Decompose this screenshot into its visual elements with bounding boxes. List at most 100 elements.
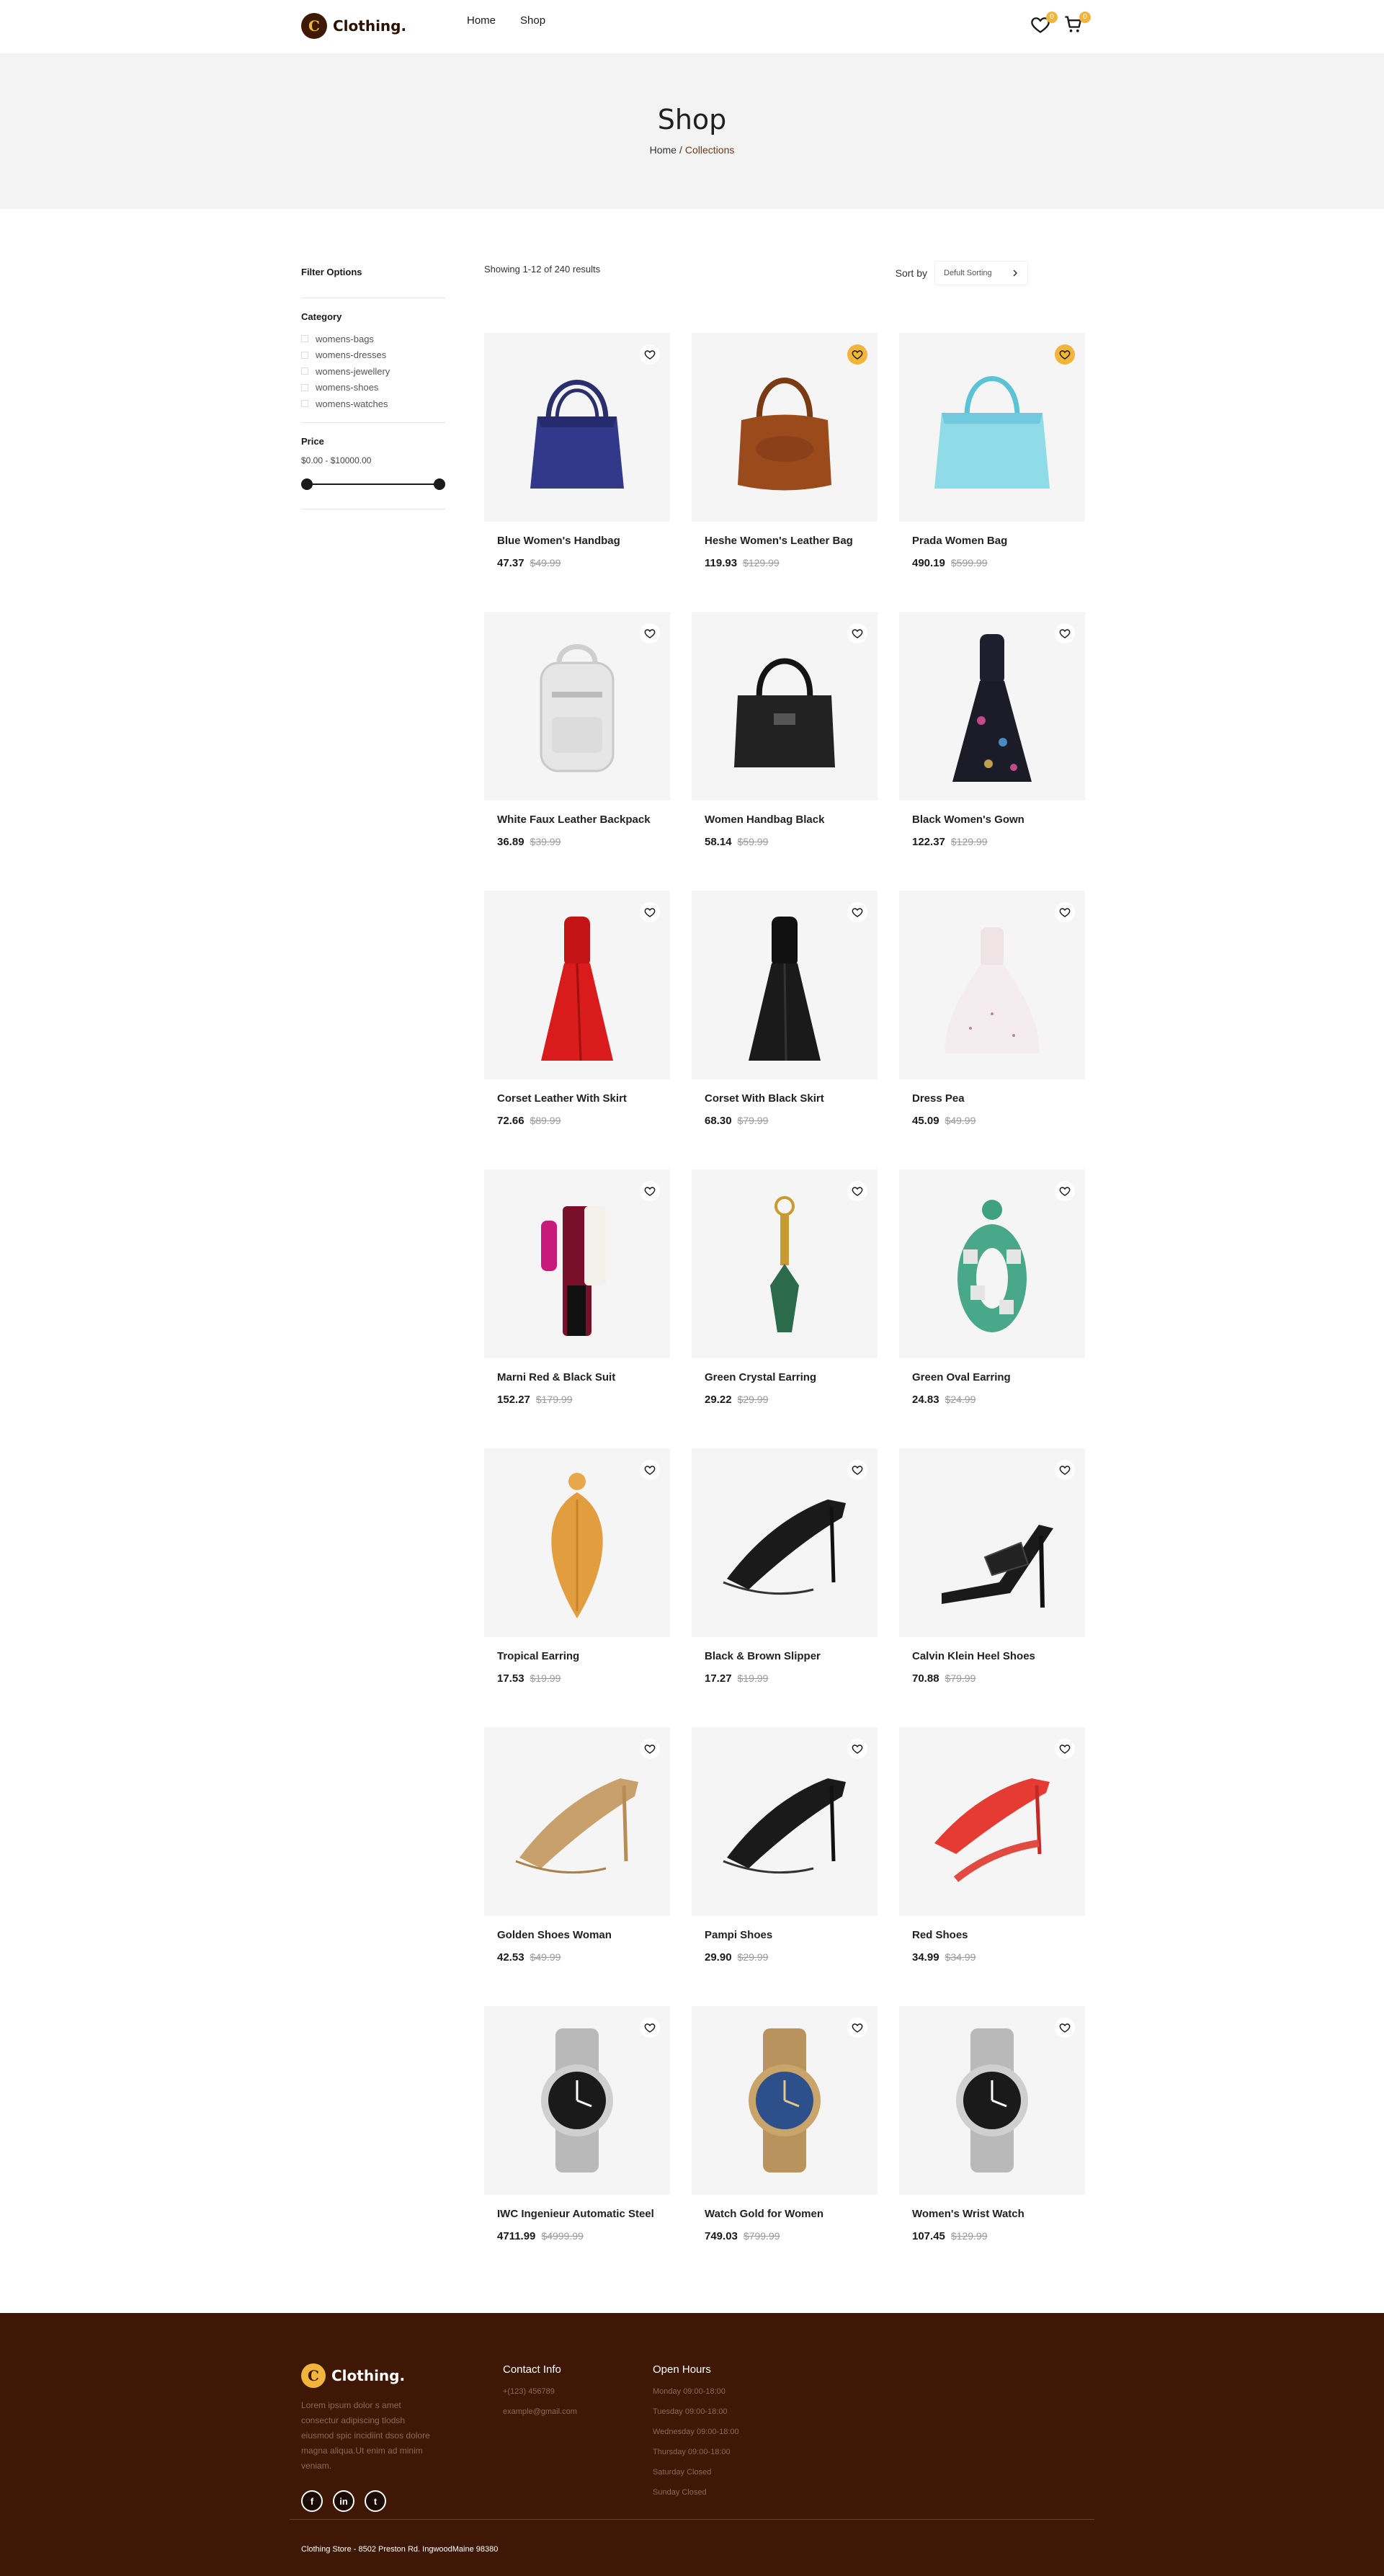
product-name[interactable]: Golden Shoes Woman [497, 1929, 670, 1941]
product-card[interactable]: IWC Ingenieur Automatic Steel 4711.99 $4… [484, 2006, 670, 2285]
wishlist-toggle[interactable] [847, 623, 867, 643]
category-item[interactable]: womens-dresses [301, 347, 445, 364]
product-card[interactable]: Prada Women Bag 490.19 $599.99 [899, 333, 1085, 612]
product-name[interactable]: Pampi Shoes [705, 1929, 878, 1941]
product-name[interactable]: Green Oval Earring [912, 1371, 1085, 1383]
product-name[interactable]: White Faux Leather Backpack [497, 814, 670, 826]
product-card[interactable]: Watch Gold for Women 749.03 $799.99 [692, 2006, 878, 2285]
product-card[interactable]: Black & Brown Slipper 17.27 $19.99 [692, 1448, 878, 1727]
wishlist-toggle[interactable] [847, 1181, 867, 1201]
product-image[interactable] [484, 1727, 670, 1916]
wishlist-toggle[interactable] [640, 902, 660, 922]
product-card[interactable]: Golden Shoes Woman 42.53 $49.99 [484, 1727, 670, 2006]
site-logo[interactable]: C Clothing. [301, 13, 406, 39]
category-checkbox[interactable] [301, 383, 308, 391]
product-image[interactable] [484, 1169, 670, 1358]
contact-phone[interactable]: +(123) 456789 [503, 2387, 577, 2407]
product-card[interactable]: Red Shoes 34.99 $34.99 [899, 1727, 1085, 2006]
product-image[interactable] [899, 1727, 1085, 1916]
product-image[interactable] [692, 333, 878, 522]
product-name[interactable]: Marni Red & Black Suit [497, 1371, 670, 1383]
product-name[interactable]: Corset Leather With Skirt [497, 1092, 670, 1105]
product-name[interactable]: Green Crystal Earring [705, 1371, 878, 1383]
product-name[interactable]: Tropical Earring [497, 1650, 670, 1662]
sort-select[interactable]: Defult Sorting [934, 261, 1028, 285]
wishlist-button[interactable]: 0 [1030, 12, 1058, 36]
product-image[interactable] [899, 333, 1085, 522]
product-card[interactable]: Black Women's Gown 122.37 $129.99 [899, 612, 1085, 891]
category-item[interactable]: womens-jewellery [301, 363, 445, 380]
product-image[interactable] [899, 891, 1085, 1079]
product-image[interactable] [692, 1727, 878, 1916]
product-name[interactable]: Corset With Black Skirt [705, 1092, 878, 1105]
category-checkbox[interactable] [301, 367, 308, 375]
product-card[interactable]: Calvin Klein Heel Shoes 70.88 $79.99 [899, 1448, 1085, 1727]
product-name[interactable]: Blue Women's Handbag [497, 535, 670, 547]
product-name[interactable]: Dress Pea [912, 1092, 1085, 1105]
wishlist-toggle[interactable] [640, 1181, 660, 1201]
product-name[interactable]: Women's Wrist Watch [912, 2208, 1085, 2220]
tumblr-icon[interactable]: t [365, 2490, 386, 2512]
wishlist-toggle[interactable] [640, 2018, 660, 2038]
product-image[interactable] [692, 1448, 878, 1637]
price-slider-min-handle[interactable] [301, 478, 313, 490]
product-name[interactable]: Watch Gold for Women [705, 2208, 878, 2220]
product-name[interactable]: Heshe Women's Leather Bag [705, 535, 878, 547]
wishlist-toggle[interactable] [847, 1460, 867, 1480]
wishlist-toggle[interactable] [847, 344, 867, 365]
linkedin-icon[interactable]: in [333, 2490, 354, 2512]
product-name[interactable]: Black & Brown Slipper [705, 1650, 878, 1662]
wishlist-toggle[interactable] [640, 1460, 660, 1480]
cart-button[interactable]: 0 [1063, 12, 1091, 36]
product-card[interactable]: Corset Leather With Skirt 72.66 $89.99 [484, 891, 670, 1169]
product-image[interactable] [484, 333, 670, 522]
product-image[interactable] [899, 1169, 1085, 1358]
category-item[interactable]: womens-watches [301, 396, 445, 412]
wishlist-toggle[interactable] [1055, 623, 1075, 643]
product-image[interactable] [899, 2006, 1085, 2195]
product-image[interactable] [484, 891, 670, 1079]
product-card[interactable]: Tropical Earring 17.53 $19.99 [484, 1448, 670, 1727]
product-image[interactable] [692, 1169, 878, 1358]
product-name[interactable]: Black Women's Gown [912, 814, 1085, 826]
product-name[interactable]: Red Shoes [912, 1929, 1085, 1941]
product-image[interactable] [484, 2006, 670, 2195]
wishlist-toggle[interactable] [640, 623, 660, 643]
wishlist-toggle[interactable] [1055, 1460, 1075, 1480]
product-card[interactable]: Dress Pea 45.09 $49.99 [899, 891, 1085, 1169]
category-checkbox[interactable] [301, 400, 308, 408]
category-item[interactable]: womens-shoes [301, 380, 445, 396]
wishlist-toggle[interactable] [1055, 1739, 1075, 1759]
product-card[interactable]: Green Oval Earring 24.83 $24.99 [899, 1169, 1085, 1448]
category-checkbox[interactable] [301, 351, 308, 359]
wishlist-toggle[interactable] [640, 1739, 660, 1759]
product-card[interactable]: White Faux Leather Backpack 36.89 $39.99 [484, 612, 670, 891]
wishlist-toggle[interactable] [847, 1739, 867, 1759]
price-slider-max-handle[interactable] [434, 478, 445, 490]
price-slider[interactable] [301, 477, 445, 491]
product-name[interactable]: Prada Women Bag [912, 535, 1085, 547]
contact-email[interactable]: example@gmail.com [503, 2407, 577, 2428]
nav-home[interactable]: Home [467, 14, 496, 27]
wishlist-toggle[interactable] [1055, 2018, 1075, 2038]
product-name[interactable]: Calvin Klein Heel Shoes [912, 1650, 1085, 1662]
product-card[interactable]: Green Crystal Earring 29.22 $29.99 [692, 1169, 878, 1448]
wishlist-toggle[interactable] [847, 902, 867, 922]
nav-shop[interactable]: Shop [520, 14, 545, 27]
product-name[interactable]: Women Handbag Black [705, 814, 878, 826]
product-image[interactable] [692, 2006, 878, 2195]
product-card[interactable]: Blue Women's Handbag 47.37 $49.99 [484, 333, 670, 612]
wishlist-toggle[interactable] [1055, 1181, 1075, 1201]
product-card[interactable]: Women Handbag Black 58.14 $59.99 [692, 612, 878, 891]
wishlist-toggle[interactable] [640, 344, 660, 365]
product-card[interactable]: Marni Red & Black Suit 152.27 $179.99 [484, 1169, 670, 1448]
wishlist-toggle[interactable] [847, 2018, 867, 2038]
product-image[interactable] [692, 612, 878, 801]
category-checkbox[interactable] [301, 335, 308, 343]
category-item[interactable]: womens-bags [301, 331, 445, 347]
wishlist-toggle[interactable] [1055, 902, 1075, 922]
product-card[interactable]: Pampi Shoes 29.90 $29.99 [692, 1727, 878, 2006]
product-card[interactable]: Women's Wrist Watch 107.45 $129.99 [899, 2006, 1085, 2285]
product-card[interactable]: Heshe Women's Leather Bag 119.93 $129.99 [692, 333, 878, 612]
product-image[interactable] [899, 1448, 1085, 1637]
